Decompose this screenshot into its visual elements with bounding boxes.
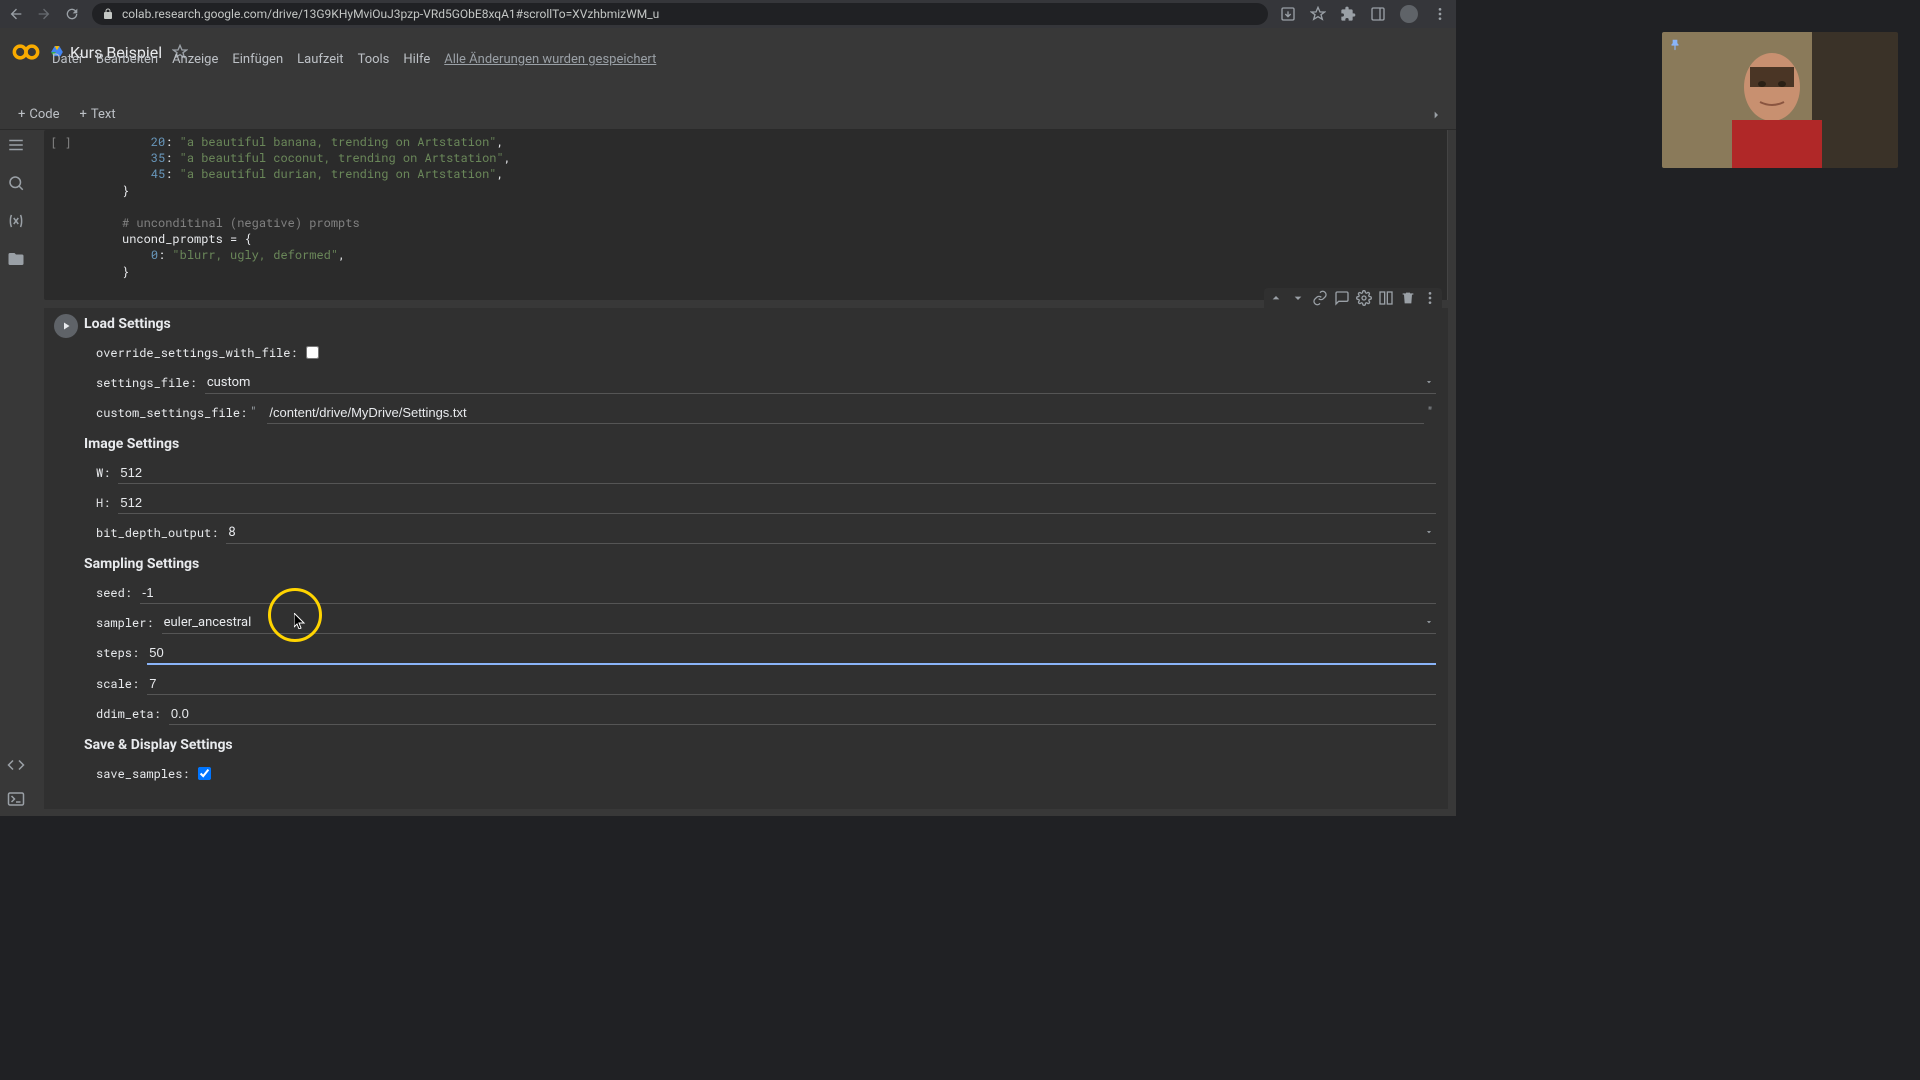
install-icon[interactable] — [1280, 6, 1296, 22]
code-cell[interactable]: [ ] 20: "a beautiful banana, trending on… — [44, 130, 1448, 300]
code-editor[interactable]: 20: "a beautiful banana, trending on Art… — [78, 130, 1448, 300]
cell-toolbar: +Code +Text — [0, 100, 1456, 130]
more-icon[interactable] — [1422, 290, 1438, 306]
checkbox-override[interactable] — [306, 346, 319, 359]
notebook-content: [ ] 20: "a beautiful banana, trending on… — [32, 130, 1456, 816]
form-cell: Load Settings override_settings_with_fil… — [44, 308, 1448, 809]
label-w: W: — [96, 465, 110, 481]
heading-load: Load Settings — [44, 308, 1448, 338]
star-icon[interactable] — [1310, 6, 1326, 22]
heading-sampling: Sampling Settings — [44, 548, 1448, 578]
collapse-icon[interactable] — [1428, 107, 1444, 123]
settings-icon[interactable] — [1356, 290, 1372, 306]
chevron-down-icon — [1424, 527, 1434, 537]
url-bar[interactable]: colab.research.google.com/drive/13G9KHyM… — [92, 3, 1268, 25]
reload-button[interactable] — [64, 6, 80, 22]
label-h: H: — [96, 495, 110, 511]
menu-bar: Datei Bearbeiten Anzeige Einfügen Laufze… — [52, 52, 656, 67]
extension-icon[interactable] — [1340, 6, 1356, 22]
profile-avatar[interactable] — [1400, 5, 1418, 23]
input-custom-settings[interactable] — [267, 402, 1423, 424]
pin-icon[interactable] — [1668, 38, 1682, 52]
webcam-overlay[interactable] — [1662, 32, 1898, 168]
move-up-icon[interactable] — [1268, 290, 1284, 306]
variables-icon[interactable] — [7, 212, 25, 230]
lock-icon — [102, 8, 114, 20]
move-down-icon[interactable] — [1290, 290, 1306, 306]
quote-close: " — [1428, 405, 1432, 420]
browser-actions — [1280, 5, 1448, 23]
quote-open: " — [251, 405, 255, 420]
label-ddim-eta: ddim_eta: — [96, 706, 161, 722]
menu-view[interactable]: Anzeige — [172, 52, 218, 67]
menu-edit[interactable]: Bearbeiten — [96, 52, 158, 67]
link-icon[interactable] — [1312, 290, 1328, 306]
select-bit-depth[interactable]: 8 — [226, 522, 1436, 544]
webcam-image — [1662, 32, 1898, 168]
label-seed: seed: — [96, 585, 132, 601]
add-code-button[interactable]: +Code — [12, 105, 66, 124]
menu-runtime[interactable]: Laufzeit — [297, 52, 343, 67]
select-settings-file[interactable]: custom — [205, 372, 1436, 394]
terminal-icon[interactable] — [7, 790, 25, 808]
add-text-button[interactable]: +Text — [74, 105, 122, 124]
checkbox-save-samples[interactable] — [198, 767, 211, 780]
label-settings-file: settings_file: — [96, 375, 197, 391]
menu-icon[interactable] — [1432, 6, 1448, 22]
mirror-icon[interactable] — [1378, 290, 1394, 306]
comment-icon[interactable] — [1334, 290, 1350, 306]
chevron-down-icon — [1424, 377, 1434, 387]
menu-insert[interactable]: Einfügen — [232, 52, 283, 67]
search-icon[interactable] — [7, 174, 25, 192]
input-steps[interactable] — [147, 642, 1436, 665]
input-w[interactable] — [118, 462, 1436, 484]
input-ddim-eta[interactable] — [169, 703, 1436, 725]
colab-logo — [12, 38, 40, 66]
side-panel-icon[interactable] — [1370, 6, 1386, 22]
delete-icon[interactable] — [1400, 290, 1416, 306]
chevron-down-icon — [1424, 617, 1434, 627]
label-steps: steps: — [96, 645, 139, 661]
label-scale: scale: — [96, 676, 139, 692]
input-seed[interactable] — [140, 582, 1436, 604]
label-save-samples: save_samples: — [96, 766, 190, 782]
toc-icon[interactable] — [7, 136, 25, 154]
heading-save: Save & Display Settings — [44, 729, 1448, 759]
left-sidebar — [0, 130, 32, 816]
label-bit-depth: bit_depth_output: — [96, 525, 218, 541]
input-scale[interactable] — [147, 673, 1436, 695]
label-sampler: sampler: — [96, 615, 154, 631]
select-sampler[interactable]: euler_ancestral — [162, 612, 1436, 634]
forward-button[interactable] — [36, 6, 52, 22]
menu-file[interactable]: Datei — [52, 52, 82, 67]
label-override: override_settings_with_file: — [96, 345, 298, 361]
saved-status[interactable]: Alle Änderungen wurden gespeichert — [444, 52, 656, 67]
label-custom-settings: custom_settings_file: — [96, 405, 247, 421]
cell-brackets: [ ] — [50, 136, 72, 150]
url-text: colab.research.google.com/drive/13G9KHyM… — [122, 7, 659, 21]
menu-help[interactable]: Hilfe — [403, 52, 430, 67]
cell-action-toolbar — [1264, 288, 1442, 308]
browser-chrome: colab.research.google.com/drive/13G9KHyM… — [0, 0, 1456, 28]
run-cell-button[interactable] — [54, 314, 78, 338]
back-button[interactable] — [8, 6, 24, 22]
code-snippets-icon[interactable] — [7, 756, 25, 774]
heading-image: Image Settings — [44, 428, 1448, 458]
menu-tools[interactable]: Tools — [358, 52, 390, 67]
folder-icon[interactable] — [7, 250, 25, 268]
input-h[interactable] — [118, 492, 1436, 514]
